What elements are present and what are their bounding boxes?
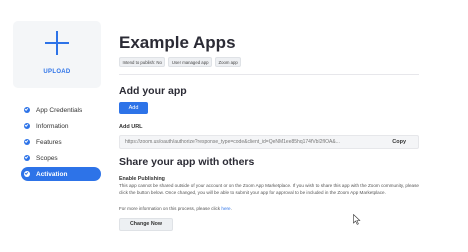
upload-area[interactable]: UPLOAD: [13, 21, 101, 88]
add-button[interactable]: Add: [119, 102, 148, 114]
sidebar-nav: App Credentials Information Features Sco…: [21, 103, 101, 183]
sidebar-item-scopes[interactable]: Scopes: [21, 151, 101, 165]
sidebar-item-label: Features: [36, 138, 62, 146]
share-description: This app cannot be shared outside of you…: [119, 183, 419, 195]
enable-publishing-label: Enable Publishing: [119, 176, 165, 182]
sidebar-item-information[interactable]: Information: [21, 119, 101, 133]
more-info-text: For more information on this process, pl…: [119, 206, 232, 211]
add-url-label: Add URL: [119, 124, 143, 130]
more-info-link[interactable]: here: [221, 206, 230, 211]
url-field[interactable]: https://zoom.us/oauth/authorize?response…: [119, 135, 419, 149]
more-info-prefix: For more information on this process, pl…: [119, 206, 221, 211]
divider: [119, 74, 419, 75]
sidebar-item-app-credentials[interactable]: App Credentials: [21, 103, 101, 117]
copy-button[interactable]: Copy: [392, 139, 406, 146]
sidebar-item-label: Information: [36, 122, 69, 130]
sidebar-item-activation[interactable]: Activation: [21, 167, 101, 181]
check-circle-icon: [24, 171, 30, 177]
app-tags: Intend to publish: No User managed app Z…: [119, 57, 242, 67]
tag-user-managed: User managed app: [168, 57, 212, 67]
url-value: https://zoom.us/oauth/authorize?response…: [125, 139, 340, 145]
plus-icon: [13, 31, 101, 57]
check-circle-icon: [24, 139, 30, 145]
sidebar-item-features[interactable]: Features: [21, 135, 101, 149]
more-info-suffix: .: [230, 206, 232, 211]
tag-publish-intent: Intend to publish: No: [119, 57, 166, 67]
add-app-heading: Add your app: [119, 85, 187, 97]
mouse-pointer-icon: [353, 214, 361, 225]
share-app-heading: Share your app with others: [119, 156, 255, 168]
check-circle-icon: [24, 123, 30, 129]
sidebar-item-label: Scopes: [36, 154, 58, 162]
sidebar-item-label: Activation: [36, 170, 68, 178]
page-title: Example Apps: [119, 33, 236, 52]
sidebar-item-label: App Credentials: [36, 106, 83, 114]
tag-zoom-app: Zoom app: [214, 57, 242, 67]
upload-label: UPLOAD: [43, 69, 71, 75]
check-circle-icon: [24, 107, 30, 113]
check-circle-icon: [24, 155, 30, 161]
change-now-button[interactable]: Change Now: [119, 218, 173, 231]
